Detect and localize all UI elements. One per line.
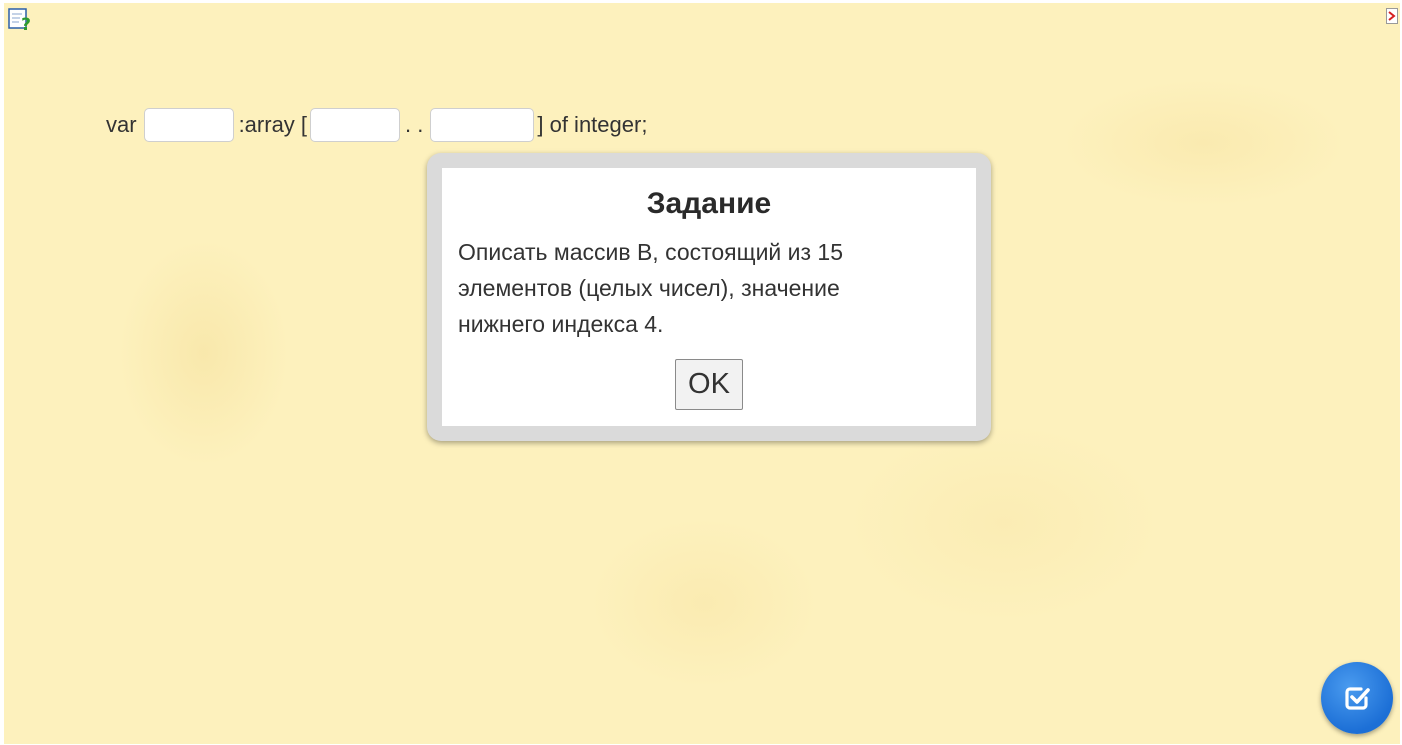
lower-bound-input[interactable] — [310, 108, 401, 142]
exit-icon[interactable] — [1386, 8, 1398, 24]
svg-text:?: ? — [21, 15, 31, 33]
type-tail: ] of integer; — [537, 112, 648, 137]
check-answer-button[interactable] — [1321, 662, 1393, 734]
check-square-icon — [1345, 687, 1370, 710]
task-canvas: ? var :array [ . . ] of integer; Задание… — [4, 3, 1400, 744]
array-keyword: :array [ — [238, 112, 308, 137]
task-dialog-body: Задание Описать массив В, состоящий из 1… — [442, 168, 976, 426]
dialog-text: Описать массив В, состоящий из 15 элемен… — [458, 239, 844, 337]
upper-bound-input[interactable] — [430, 108, 535, 142]
range-separator: . . — [405, 112, 424, 137]
array-name-input[interactable] — [143, 108, 234, 142]
help-question-icon[interactable]: ? — [7, 5, 35, 33]
dialog-title: Задание — [646, 187, 772, 220]
ok-button[interactable]: OK — [675, 359, 743, 410]
task-dialog: Задание Описать массив В, состоящий из 1… — [427, 153, 991, 441]
code-line: var :array [ . . ] of integer; — [103, 106, 650, 144]
var-keyword: var — [106, 112, 137, 137]
